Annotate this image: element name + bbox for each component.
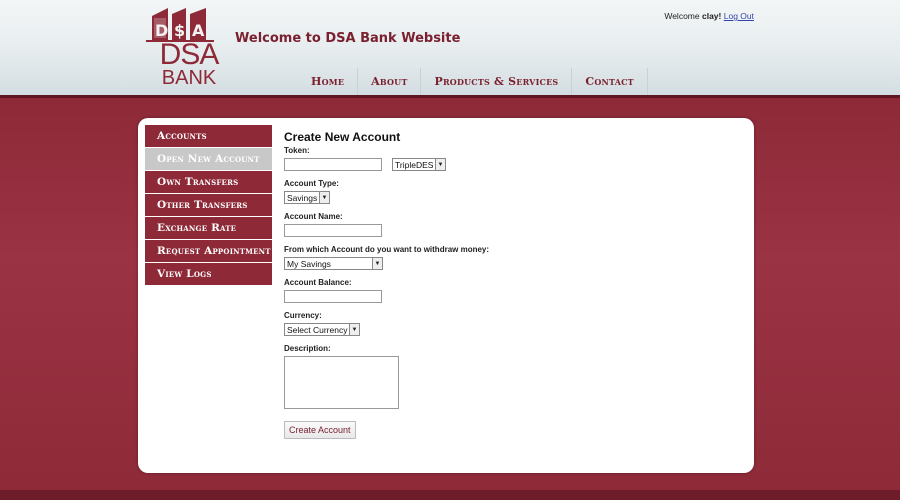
balance-label: Account Balance: xyxy=(284,278,352,287)
welcome-message: Welcome clay! Log Out xyxy=(664,11,754,21)
account-type-group: Account Type: Savings ▼ xyxy=(284,179,724,204)
nav-home[interactable]: Home xyxy=(298,68,359,95)
balance-input[interactable] xyxy=(284,290,382,303)
account-type-value: Savings xyxy=(287,192,318,203)
sidebar-item-open-new-account[interactable]: Open New Account xyxy=(145,148,272,170)
site-title: Welcome to DSA Bank Website xyxy=(235,31,461,46)
description-textarea[interactable] xyxy=(284,356,399,409)
nav-products-services[interactable]: Products & Services xyxy=(421,68,573,95)
footer-bar xyxy=(0,490,900,500)
account-name-label: Account Name: xyxy=(284,212,343,221)
account-name-input[interactable] xyxy=(284,224,382,237)
top-navigation: Home About Products & Services Contact xyxy=(298,68,648,95)
token-row: TripleDES ▼ xyxy=(284,158,724,171)
token-method-select[interactable]: TripleDES ▼ xyxy=(392,158,446,171)
sidebar-nav: Accounts Open New Account Own Transfers … xyxy=(145,125,272,286)
welcome-prefix: Welcome xyxy=(664,11,700,21)
sidebar-item-accounts[interactable]: Accounts xyxy=(145,125,272,147)
withdraw-label: From which Account do you want to withdr… xyxy=(284,245,490,254)
logout-link[interactable]: Log Out xyxy=(724,11,754,21)
welcome-exclaim: ! xyxy=(718,11,722,21)
currency-group: Currency: Select Currency ▼ xyxy=(284,311,724,336)
account-type-select[interactable]: Savings ▼ xyxy=(284,191,330,204)
sidebar-item-other-transfers[interactable]: Other Transfers xyxy=(145,194,272,216)
account-type-label: Account Type: xyxy=(284,179,339,188)
balance-group: Account Balance: xyxy=(284,278,724,303)
withdraw-account-select[interactable]: My Savings ▼ xyxy=(284,257,383,270)
username: clay xyxy=(701,11,719,21)
sidebar-item-exchange-rate[interactable]: Exchange Rate xyxy=(145,217,272,239)
content-panel: Accounts Open New Account Own Transfers … xyxy=(138,118,754,473)
logo-bank-text: BANK xyxy=(161,67,217,89)
currency-label: Currency: xyxy=(284,311,322,320)
withdraw-account-value: My Savings xyxy=(287,258,331,269)
dsa-bank-logo[interactable]: D $ A DSA BANK xyxy=(146,6,228,92)
token-input[interactable] xyxy=(284,158,382,171)
description-group: Description: xyxy=(284,344,724,409)
logo-dsa-text: DSA xyxy=(159,38,220,71)
form-title: Create New Account xyxy=(284,130,401,144)
chevron-down-icon: ▼ xyxy=(435,159,445,170)
sidebar-item-request-appointment[interactable]: Request Appointment xyxy=(145,240,272,262)
currency-select[interactable]: Select Currency ▼ xyxy=(284,323,360,336)
sidebar-item-own-transfers[interactable]: Own Transfers xyxy=(145,171,272,193)
nav-contact[interactable]: Contact xyxy=(572,68,648,95)
account-name-group: Account Name: xyxy=(284,212,724,237)
token-method-value: TripleDES xyxy=(395,159,434,170)
chevron-down-icon: ▼ xyxy=(319,192,329,203)
description-label: Description: xyxy=(284,344,331,353)
page-header: D $ A DSA BANK Welcome to DSA Bank Websi… xyxy=(0,0,900,96)
chevron-down-icon: ▼ xyxy=(349,324,359,335)
sidebar-item-view-logs[interactable]: View Logs xyxy=(145,263,272,285)
create-account-button[interactable]: Create Account xyxy=(284,421,356,439)
chevron-down-icon: ▼ xyxy=(372,258,382,269)
currency-value: Select Currency xyxy=(287,324,348,335)
withdraw-group: From which Account do you want to withdr… xyxy=(284,245,724,270)
token-label: Token: xyxy=(284,146,310,155)
nav-about[interactable]: About xyxy=(358,68,422,95)
create-account-form: Create New Account Token: TripleDES ▼ Ac… xyxy=(284,130,724,439)
